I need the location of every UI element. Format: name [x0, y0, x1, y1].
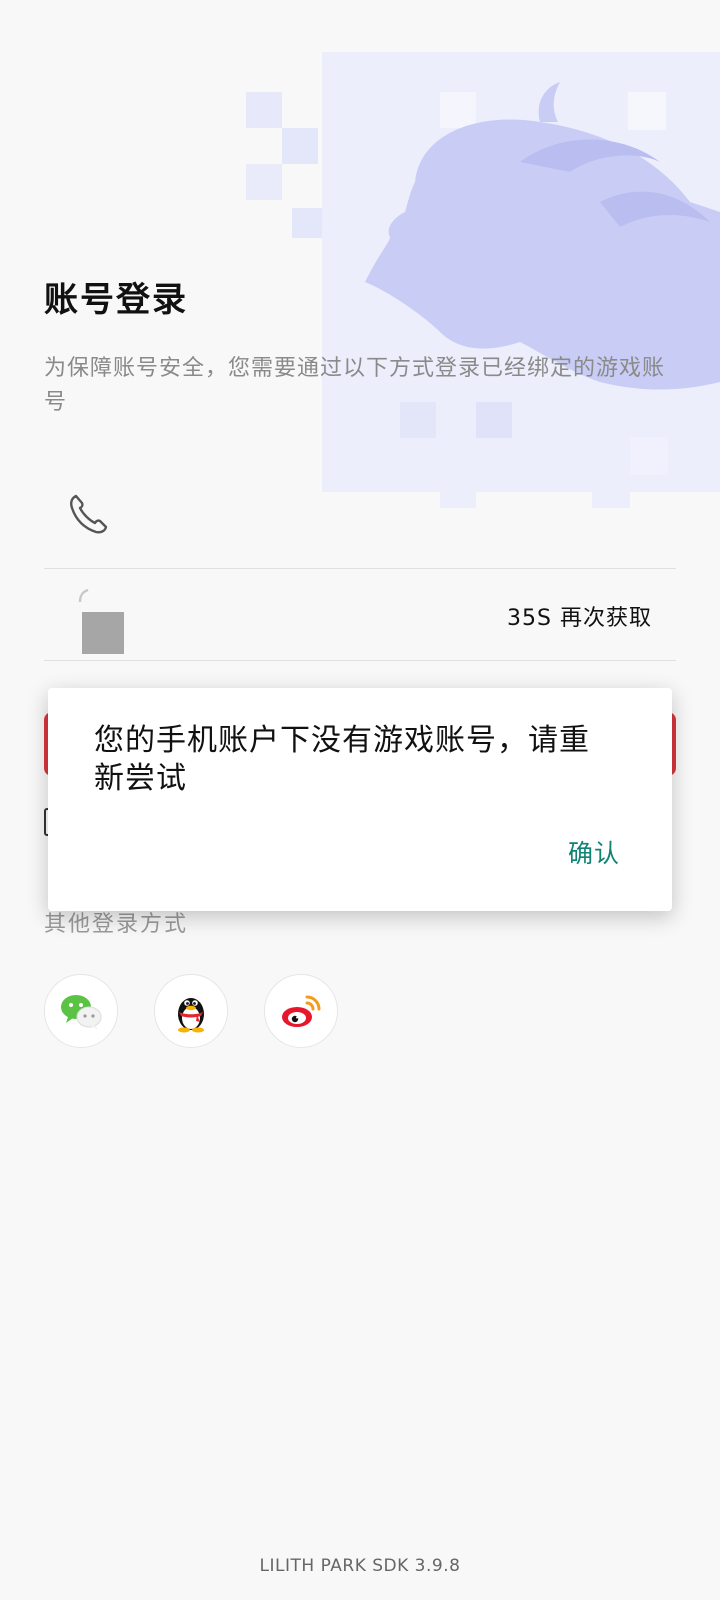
resend-code-button[interactable]: 35S 再次获取 — [507, 600, 652, 632]
page-title: 账号登录 — [44, 280, 188, 320]
weibo-icon — [282, 995, 321, 1027]
dialog-message: 您的手机账户下没有游戏账号，请重新尝试 — [94, 723, 590, 796]
qq-login-button[interactable] — [154, 974, 228, 1048]
wechat-icon — [61, 995, 102, 1030]
phone-input-field[interactable] — [44, 478, 676, 569]
hero-illustration — [246, 52, 720, 508]
qq-icon — [178, 998, 204, 1033]
code-input-mask — [82, 612, 124, 654]
phone-icon — [70, 494, 108, 534]
confirm-button[interactable]: 确认 — [568, 834, 620, 870]
alert-dialog: 您的手机账户下没有游戏账号，请重新尝试 确认 — [48, 688, 672, 911]
wechat-login-button[interactable] — [44, 974, 118, 1048]
verification-code-field[interactable]: 35S 再次获取 — [44, 570, 676, 661]
login-subtitle: 为保障账号安全，您需要通过以下方式登录已经绑定的游戏账号 — [44, 356, 666, 415]
sdk-version: LILITH PARK SDK 3.9.8 — [259, 1556, 461, 1576]
weibo-login-button[interactable] — [264, 974, 338, 1048]
